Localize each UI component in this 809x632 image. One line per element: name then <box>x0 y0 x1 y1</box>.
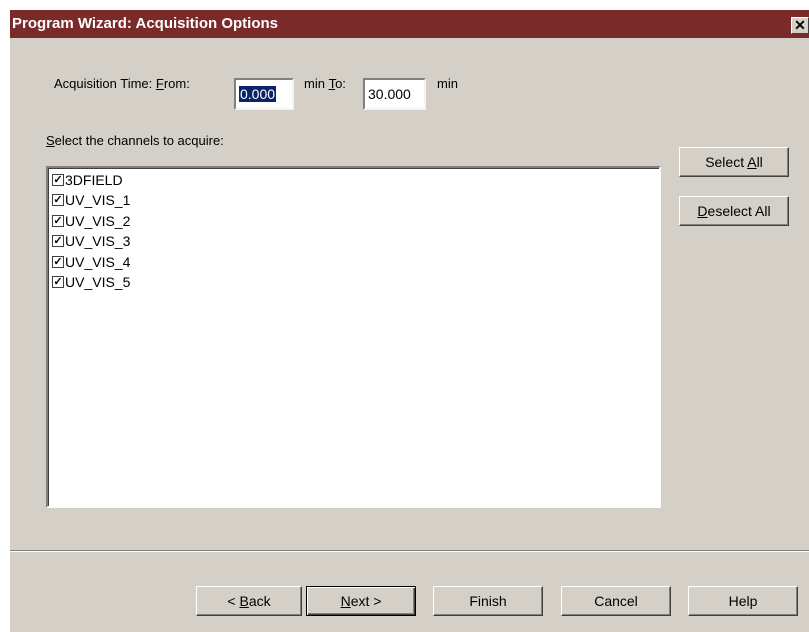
title-bar[interactable]: Program Wizard: Acquisition Options ✕ <box>10 10 809 38</box>
from-time-input[interactable]: 0.000 <box>234 78 294 110</box>
channel-name: UV_VIS_3 <box>65 233 131 249</box>
select-all-button[interactable]: Select All <box>679 147 789 177</box>
to-time-input[interactable]: 30.000 <box>363 78 426 110</box>
cancel-button[interactable]: Cancel <box>561 586 671 616</box>
from-time-value: 0.000 <box>239 86 277 102</box>
check-icon[interactable]: ✓ <box>52 174 64 186</box>
back-button[interactable]: < Back <box>196 586 302 616</box>
channel-name: UV_VIS_1 <box>65 192 131 208</box>
check-icon[interactable]: ✓ <box>52 256 64 268</box>
check-icon[interactable]: ✓ <box>52 276 64 288</box>
to-time-value: 30.000 <box>368 86 411 102</box>
channel-name: UV_VIS_4 <box>65 254 131 270</box>
acquisition-options-dialog: Program Wizard: Acquisition Options ✕ Ac… <box>10 10 809 632</box>
footer-separator <box>10 550 809 552</box>
close-icon: ✕ <box>794 17 806 33</box>
channel-name: UV_VIS_2 <box>65 213 131 229</box>
acquisition-time-label: Acquisition Time: From: <box>54 76 190 91</box>
check-icon[interactable]: ✓ <box>52 215 64 227</box>
deselect-all-button[interactable]: Deselect All <box>679 196 789 226</box>
channels-label: Select the channels to acquire: <box>46 133 224 148</box>
check-icon[interactable]: ✓ <box>52 194 64 206</box>
check-icon[interactable]: ✓ <box>52 235 64 247</box>
close-button[interactable]: ✕ <box>791 17 809 34</box>
help-button[interactable]: Help <box>688 586 798 616</box>
next-button[interactable]: Next > <box>306 586 416 616</box>
finish-button[interactable]: Finish <box>433 586 543 616</box>
to-time-unit-label: min <box>437 76 458 91</box>
channel-name: 3DFIELD <box>65 172 123 188</box>
channel-name: UV_VIS_5 <box>65 274 131 290</box>
to-time-label: min To: <box>304 76 346 91</box>
window-title: Program Wizard: Acquisition Options <box>12 15 278 32</box>
channel-list[interactable]: ✓ 3DFIELD ✓ UV_VIS_1 ✓ UV_VIS_2 ✓ UV_VIS… <box>46 166 661 508</box>
